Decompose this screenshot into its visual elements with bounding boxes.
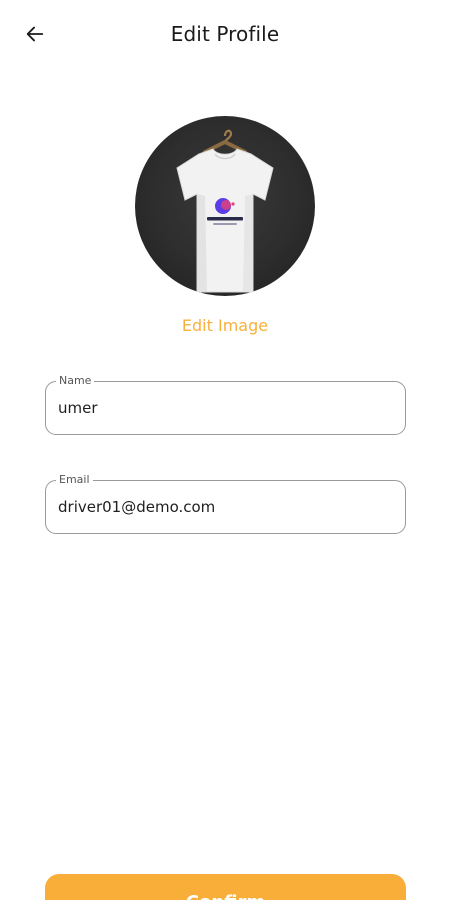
app-bar: Edit Profile xyxy=(0,0,450,72)
confirm-button[interactable]: Confirm xyxy=(45,874,406,900)
edit-image-link[interactable]: Edit Image xyxy=(0,316,450,335)
name-input[interactable] xyxy=(46,382,405,434)
edit-profile-screen: Edit Profile Edit Image Name Ema xyxy=(0,0,450,900)
page-title: Edit Profile xyxy=(170,22,280,46)
email-input[interactable] xyxy=(46,481,405,533)
t-shirt-image xyxy=(176,129,274,293)
email-field: Email xyxy=(45,473,406,534)
profile-avatar[interactable] xyxy=(135,116,315,296)
name-field: Name xyxy=(45,374,406,435)
